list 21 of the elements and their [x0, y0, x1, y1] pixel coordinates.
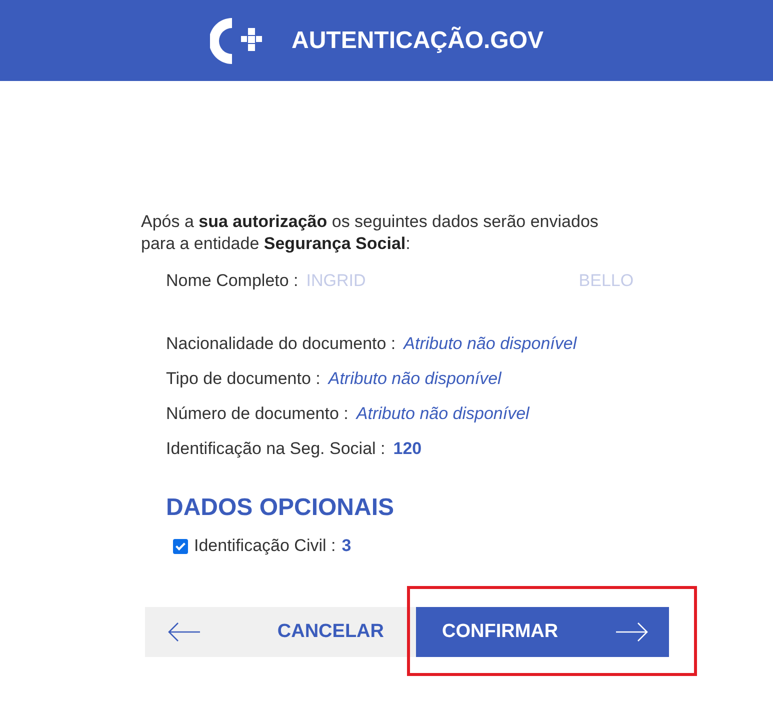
field-value: 120 — [393, 439, 422, 459]
field-value: 3 — [342, 536, 352, 556]
cancel-button[interactable]: CANCELAR — [145, 607, 416, 657]
field-label: Identificação Civil : — [194, 536, 336, 556]
field-value: Atributo não disponível — [356, 404, 530, 424]
field-value: INGRID — [306, 271, 366, 291]
checkbox[interactable] — [173, 538, 188, 554]
confirm-button[interactable]: CONFIRMAR — [416, 607, 669, 657]
site-title: AUTENTICAÇÃO.GOV — [292, 26, 544, 54]
field-label: Nome Completo : — [166, 271, 298, 291]
field-value: Atributo não disponível — [328, 369, 502, 389]
field-value: BELLO — [578, 271, 634, 291]
field-label: Identificação na Seg. Social : — [166, 439, 386, 459]
section-heading: DADOS OPCIONAIS — [166, 494, 396, 522]
arrow-left-icon — [167, 622, 201, 642]
field-label: Número de documento : — [166, 404, 348, 424]
intro-text: Após a sua autorização os seguintes dados serão enviados para a entidade Segurança Social: — [141, 211, 600, 255]
field-value: Atributo não disponível — [404, 334, 577, 354]
field-label: Nacionalidade do documento : — [166, 334, 396, 354]
arrow-right-icon — [615, 622, 649, 642]
field-label: Tipo de documento : — [166, 369, 320, 389]
